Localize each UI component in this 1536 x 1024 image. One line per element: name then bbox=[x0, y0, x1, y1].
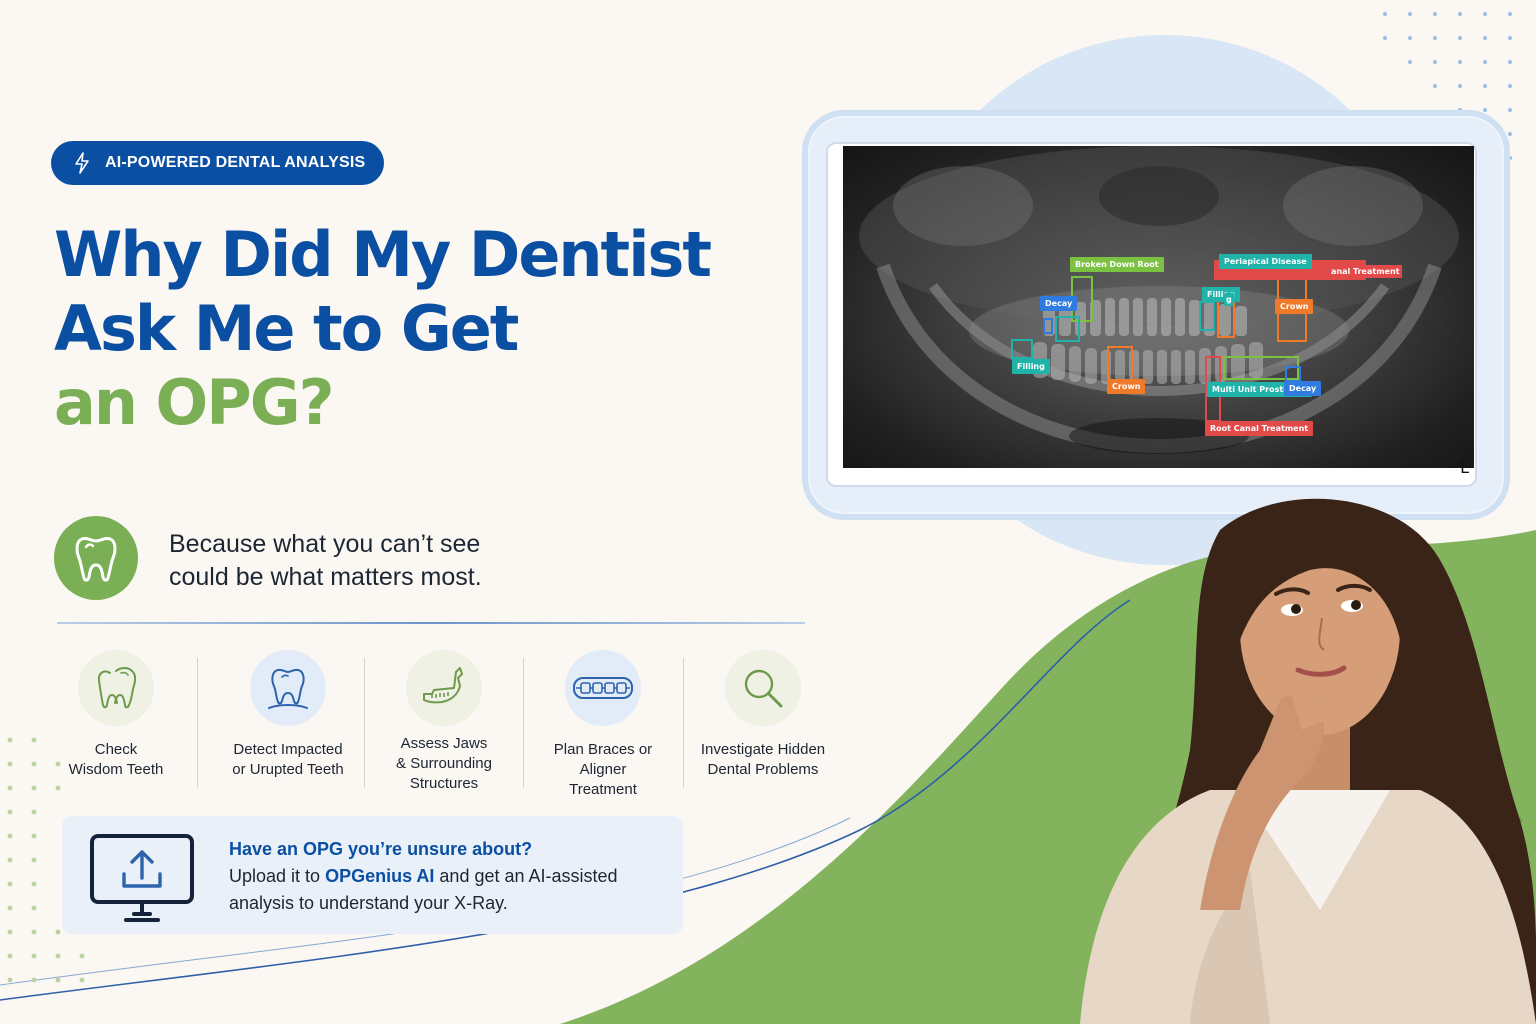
xray-label-crown: Crown bbox=[1107, 379, 1146, 394]
section-divider bbox=[57, 622, 805, 624]
badge-label: AI-POWERED DENTAL ANALYSIS bbox=[105, 154, 366, 171]
xray-detection-box bbox=[1011, 339, 1033, 359]
feature-label-line1: Plan Braces or bbox=[553, 741, 653, 758]
xray-detection-box bbox=[1043, 318, 1053, 334]
xray-label-decay: Decay bbox=[1284, 381, 1322, 396]
feature-list: Check Wisdom Teeth Detect Impacted or Ur… bbox=[40, 650, 850, 800]
title-line-2: Ask Me to Get bbox=[54, 292, 519, 365]
lightning-bolt-icon bbox=[75, 152, 89, 174]
xray-label-periapical-disease: Periapical Disease bbox=[1219, 254, 1312, 269]
xray-detection-box bbox=[1107, 346, 1133, 382]
feature-label-line2: Dental Problems bbox=[707, 761, 819, 778]
feature-assess-jaws: Assess Jaws & Surrounding Structures bbox=[369, 650, 519, 794]
feature-wisdom-teeth: Check Wisdom Teeth bbox=[41, 650, 191, 780]
feature-separator bbox=[364, 658, 365, 788]
xray-orientation-mark: L bbox=[1460, 458, 1470, 477]
xray-label-crown: Crown bbox=[1275, 299, 1314, 314]
feature-label-line1: Detect Impacted bbox=[233, 741, 343, 758]
magnifier-icon bbox=[725, 650, 801, 726]
xray-detection-box bbox=[1285, 366, 1301, 382]
feature-label-line2: Aligner bbox=[579, 761, 627, 778]
xray-anatomy bbox=[859, 146, 1459, 454]
impacted-tooth-icon bbox=[250, 650, 326, 726]
feature-label-line1: Assess Jaws bbox=[400, 735, 488, 752]
title-line-1: Why Did My Dentist bbox=[54, 218, 712, 291]
feature-hidden-problems: Investigate Hidden Dental Problems bbox=[688, 650, 838, 780]
page-title: Why Did My Dentist Ask Me to Get an OPG? bbox=[54, 218, 774, 440]
xray-detection-box bbox=[1055, 316, 1080, 342]
feature-label-line3: Treatment bbox=[569, 781, 637, 798]
feature-label-line1: Investigate Hidden bbox=[700, 741, 826, 758]
braces-icon bbox=[565, 650, 641, 726]
upload-text-prefix: Upload it to bbox=[229, 866, 326, 886]
feature-label-line2: Wisdom Teeth bbox=[68, 761, 164, 778]
upload-callout[interactable]: Have an OPG you’re unsure about? Upload … bbox=[62, 816, 683, 934]
jaw-icon bbox=[406, 650, 482, 726]
title-line-3: an OPG? bbox=[54, 366, 335, 439]
feature-separator bbox=[523, 658, 524, 788]
xray-label-broken-down-root: Broken Down Root bbox=[1070, 257, 1164, 272]
tooth-icon bbox=[54, 516, 138, 600]
feature-label-line1: Check bbox=[94, 741, 138, 758]
xray-label-canal-treatment: anal Treatment bbox=[1328, 265, 1403, 278]
opgenius-brand-link[interactable]: OPGenius AI bbox=[325, 866, 434, 886]
tagline-line-2: could be what matters most. bbox=[169, 563, 482, 591]
tagline-line-1: Because what you can’t see bbox=[169, 530, 481, 558]
xray-label-filling-partial: g bbox=[1224, 293, 1234, 306]
upload-text-suffix: and get an AI-assisted bbox=[434, 866, 618, 886]
feature-label-line2: & Surrounding bbox=[396, 755, 492, 772]
monitor-upload-icon bbox=[90, 834, 194, 922]
feature-braces: Plan Braces or Aligner Treatment bbox=[528, 650, 678, 800]
xray-label-root-canal-treatment: Root Canal Treatment bbox=[1205, 421, 1314, 436]
xray-detection-box bbox=[1199, 301, 1215, 331]
xray-label-filling: Filling bbox=[1012, 359, 1050, 374]
upload-question: Have an OPG you’re unsure about? bbox=[229, 839, 533, 859]
feature-label-line3: Structures bbox=[409, 775, 479, 792]
xray-label-filling: Filling bbox=[1202, 287, 1240, 302]
feature-impacted-teeth: Detect Impacted or Urupted Teeth bbox=[213, 650, 363, 780]
tagline: Because what you can’t see could be what… bbox=[169, 528, 589, 594]
feature-separator bbox=[197, 658, 198, 788]
thinking-woman-illustration bbox=[1080, 498, 1536, 1024]
upload-text-line3: analysis to understand your X-Ray. bbox=[229, 893, 508, 913]
wisdom-teeth-icon bbox=[78, 650, 154, 726]
feature-separator bbox=[683, 658, 684, 788]
feature-label-line2: or Urupted Teeth bbox=[232, 761, 344, 778]
upload-text: Have an OPG you’re unsure about? Upload … bbox=[229, 836, 669, 917]
xray-label-decay: Decay bbox=[1040, 296, 1078, 311]
opg-xray-image: Broken Down Root anal Treatment Periapic… bbox=[843, 146, 1474, 468]
ai-analysis-badge: AI-POWERED DENTAL ANALYSIS bbox=[51, 141, 384, 185]
